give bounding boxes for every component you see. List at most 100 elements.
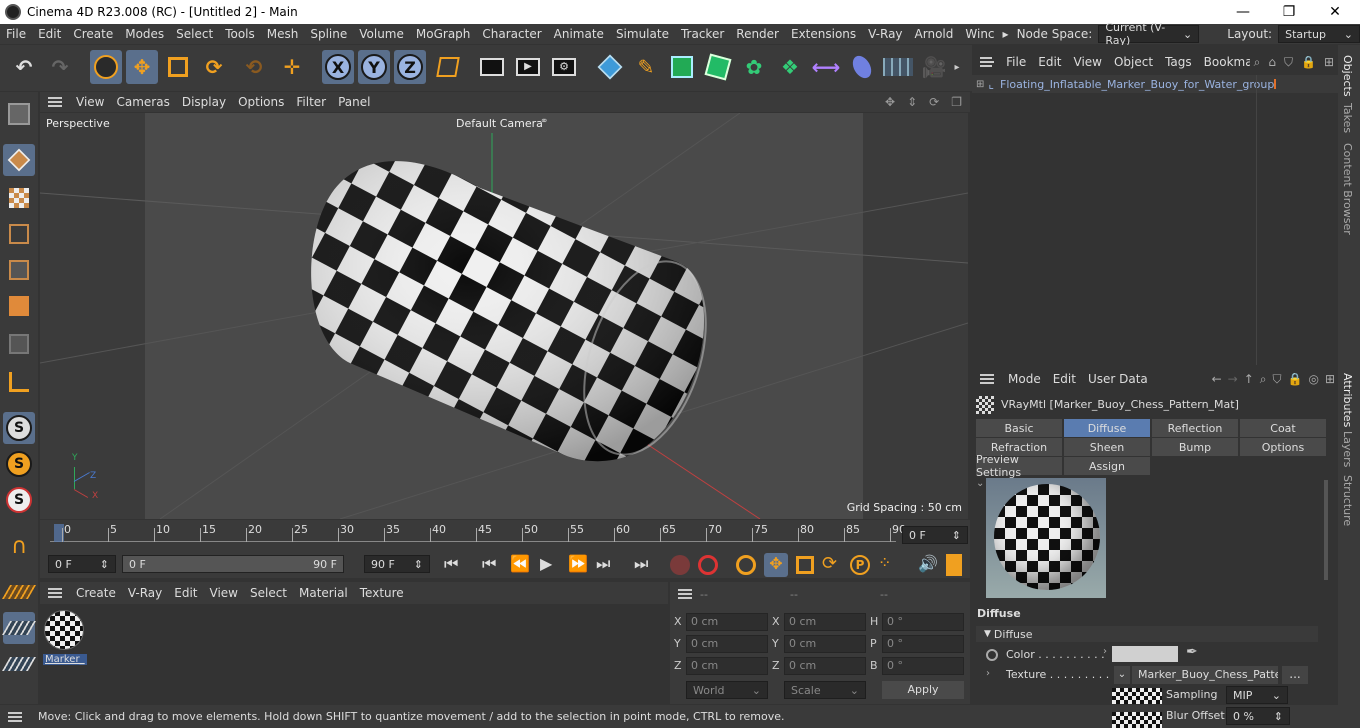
filter-icon[interactable]: ⛉ xyxy=(1269,372,1284,387)
attributes-menu-user-data[interactable]: User Data xyxy=(1082,372,1154,386)
texture-expand-icon[interactable]: › xyxy=(986,668,990,679)
material-menu-select[interactable]: Select xyxy=(244,586,293,600)
viewport-menu-view[interactable]: View xyxy=(70,95,110,109)
rot-b-field[interactable]: 0 ° xyxy=(882,657,964,675)
floor-button[interactable] xyxy=(882,50,914,84)
object-name[interactable]: Floating_Inflatable_Marker_Buoy_for_Wate… xyxy=(1000,78,1274,91)
uv-mode-button[interactable] xyxy=(3,328,35,360)
menu-arnold[interactable]: Arnold xyxy=(909,27,960,41)
material-menu-material[interactable]: Material xyxy=(293,586,354,600)
tab-preview-settings[interactable]: Preview Settings xyxy=(976,453,1062,479)
coordinate-mode-dropdown[interactable]: World ⌄ xyxy=(686,681,768,699)
rot-p-field[interactable]: 0 ° xyxy=(882,635,964,653)
objects-menu-edit[interactable]: Edit xyxy=(1032,55,1067,69)
menu-tools[interactable]: Tools xyxy=(219,27,261,41)
film-strip-icon[interactable] xyxy=(946,554,962,576)
toolbar-overflow-button[interactable]: ▸ xyxy=(950,50,964,84)
key-pla-icon[interactable]: ⁘ xyxy=(878,553,891,572)
material-hamburger-icon[interactable] xyxy=(48,588,62,598)
scale-tool-button[interactable] xyxy=(162,50,194,84)
home-icon[interactable]: ⌂ xyxy=(1264,55,1280,69)
material-menu-edit[interactable]: Edit xyxy=(168,586,203,600)
pos-y-field[interactable]: 0 cm xyxy=(686,635,768,653)
attributes-menu-edit[interactable]: Edit xyxy=(1047,372,1082,386)
tab-options[interactable]: Options xyxy=(1240,438,1326,456)
x-axis-lock-button[interactable]: X xyxy=(322,50,354,84)
menu-animate[interactable]: Animate xyxy=(548,27,610,41)
material-menu-view[interactable]: View xyxy=(204,586,244,600)
lock-icon[interactable]: 🔒 xyxy=(1285,372,1306,386)
chevron-right-icon[interactable]: › xyxy=(1103,646,1107,657)
animate-circle-icon[interactable] xyxy=(986,649,998,661)
new-panel-icon[interactable]: ⊞ xyxy=(1322,372,1338,386)
sampling-dropdown[interactable]: MIP ⌄ xyxy=(1226,686,1288,704)
material-name-label[interactable]: Marker_ xyxy=(43,654,87,665)
next-frame-icon[interactable]: ⏩ xyxy=(568,554,588,573)
layout-dropdown[interactable]: Startup ⌄ xyxy=(1278,25,1360,43)
edges-mode-button[interactable] xyxy=(3,254,35,286)
objects-menu-file[interactable]: File xyxy=(1000,55,1032,69)
tab-structure[interactable]: Structure xyxy=(1341,475,1354,526)
objects-hamburger-icon[interactable] xyxy=(980,57,995,67)
material-menu-create[interactable]: Create xyxy=(70,586,122,600)
menu-extensions[interactable]: Extensions xyxy=(785,27,862,41)
camera-button[interactable]: 🎥 xyxy=(918,50,950,84)
current-frame-field[interactable]: 0 F ⇕ xyxy=(902,526,968,544)
coords-hamburger-icon[interactable] xyxy=(678,589,692,599)
filter-icon[interactable]: ⛉ xyxy=(1280,55,1297,70)
tab-diffuse[interactable]: Diffuse xyxy=(1064,419,1150,437)
viewport-hamburger-icon[interactable] xyxy=(48,97,62,107)
deformer-button[interactable]: ⟷ xyxy=(810,50,842,84)
objects-menu-bookmarks[interactable]: Bookmarks xyxy=(1198,55,1250,69)
viewport-toggle-icon[interactable]: ❐ xyxy=(945,95,970,109)
end-frame-field[interactable]: 90 F ⇕ xyxy=(364,555,430,573)
menu-character[interactable]: Character xyxy=(476,27,547,41)
close-button[interactable]: ✕ xyxy=(1312,0,1358,24)
attributes-menu-mode[interactable]: Mode xyxy=(1002,372,1047,386)
render-view-button[interactable] xyxy=(476,50,508,84)
render-settings-button[interactable]: ⚙ xyxy=(548,50,580,84)
locked-workplane-button[interactable] xyxy=(1,612,37,644)
forward-arrow-icon[interactable]: → xyxy=(1225,372,1241,386)
up-arrow-icon[interactable]: ↑ xyxy=(1241,372,1257,386)
tab-assign[interactable]: Assign xyxy=(1064,457,1150,475)
move-tool-button[interactable]: ✥ xyxy=(126,50,158,84)
mograph-fracture-button[interactable]: ❖ xyxy=(774,50,806,84)
coordinate-system-button[interactable] xyxy=(432,50,464,84)
material-menu-texture[interactable]: Texture xyxy=(354,586,410,600)
tab-bump[interactable]: Bump xyxy=(1152,438,1238,456)
menu-simulate[interactable]: Simulate xyxy=(610,27,675,41)
tab-reflection[interactable]: Reflection xyxy=(1152,419,1238,437)
y-axis-lock-button[interactable]: Y xyxy=(358,50,390,84)
keyframe-selection-icon[interactable] xyxy=(736,555,756,575)
render-picture-viewer-button[interactable]: ▶ xyxy=(512,50,544,84)
axis-mode-button[interactable] xyxy=(3,366,35,398)
menu-render[interactable]: Render xyxy=(730,27,785,41)
3d-viewport[interactable]: Perspective Default Camera ⚭ Grid Spacin… xyxy=(40,113,968,519)
objects-menu-view[interactable]: View xyxy=(1068,55,1108,69)
texture-mode-button[interactable] xyxy=(3,182,35,214)
timeline-ruler[interactable]: 0 5 10 15 20 25 30 35 40 45 50 55 60 65 70 75 80 85 90 0 F… xyxy=(40,520,970,552)
status-hamburger-icon[interactable] xyxy=(8,711,22,722)
autokey-icon[interactable] xyxy=(698,555,718,575)
viewport-camera-label[interactable]: Default Camera xyxy=(456,117,543,130)
objects-menu-tags[interactable]: Tags xyxy=(1159,55,1198,69)
tab-basic[interactable]: Basic xyxy=(976,419,1062,437)
snap-button[interactable]: S xyxy=(3,412,35,444)
viewport-menu-display[interactable]: Display xyxy=(176,95,232,109)
node-space-dropdown[interactable]: Current (V-Ray) ⌄ xyxy=(1098,21,1200,47)
minimize-button[interactable]: — xyxy=(1220,0,1266,24)
material-thumbnail[interactable] xyxy=(44,610,84,650)
size-mode-dropdown[interactable]: Scale ⌄ xyxy=(784,681,866,699)
tab-content-browser[interactable]: Content Browser xyxy=(1341,143,1354,235)
recent-tool-button[interactable]: ⟲ xyxy=(238,50,270,84)
pen-spline-button[interactable]: ✎ xyxy=(630,50,662,84)
workplane-snap-button[interactable]: S xyxy=(3,484,35,516)
viewport-menu-filter[interactable]: Filter xyxy=(290,95,332,109)
tab-layers[interactable]: Layers xyxy=(1341,431,1354,467)
cloner-button[interactable]: ✿ xyxy=(738,50,770,84)
workplane-button[interactable] xyxy=(1,576,37,608)
viewport-menu-panel[interactable]: Panel xyxy=(332,95,376,109)
menu-file[interactable]: File xyxy=(0,27,32,41)
play-icon[interactable]: ▶ xyxy=(540,554,552,573)
